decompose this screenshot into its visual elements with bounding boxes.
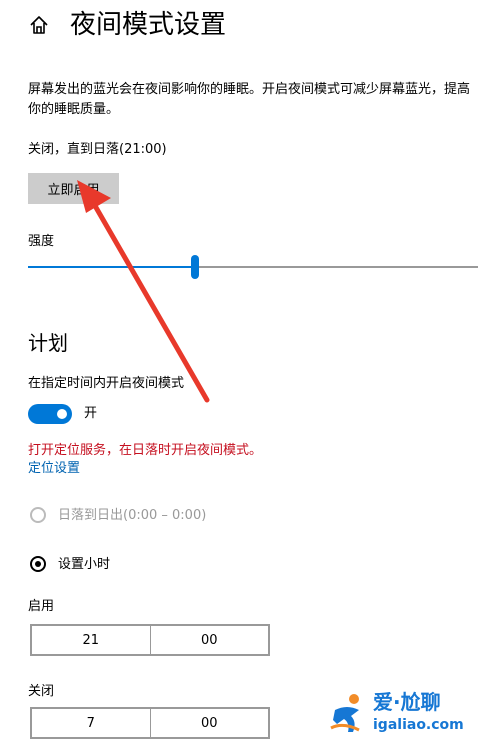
turn-off-hour[interactable]: 7 [32,709,150,737]
radio-selected-dot [35,561,41,567]
schedule-heading: 计划 [28,331,68,355]
runner-logo-icon [330,694,360,732]
location-warning: 打开定位服务，在日落时开启夜间模式。 [28,443,263,458]
night-light-description: 屏幕发出的蓝光会在夜间影响你的睡眠。开启夜间模式可减少屏幕蓝光，提高你的睡眠质量… [28,82,471,117]
turn-off-time-picker[interactable]: 7 00 [30,707,270,739]
turn-on-minute[interactable]: 00 [149,626,269,654]
page-title: 夜间模式设置 [70,10,227,40]
night-light-status: 关闭，直到日落(21:00) [28,142,167,157]
radio-set-hours-label: 设置小时 [58,557,111,572]
strength-label: 强度 [28,234,55,249]
schedule-toggle-label: 在指定时间内开启夜间模式 [28,376,185,391]
toggle-state-text: 开 [84,406,98,421]
strength-slider-track[interactable] [28,266,478,268]
radio-sunset-to-sunrise[interactable] [30,507,46,523]
location-settings-link[interactable]: 定位设置 [28,460,80,478]
turn-on-hour[interactable]: 21 [32,626,150,654]
watermark-logo: 爱·尬聊 igaliao.com [329,688,479,738]
turn-on-label: 启用 [28,599,55,614]
watermark-title: 爱·尬聊 [373,690,441,714]
turn-off-label: 关闭 [28,684,55,699]
turn-off-minute[interactable]: 00 [149,709,269,737]
enable-now-button[interactable]: 立即启用 [28,173,119,204]
strength-slider-thumb[interactable] [190,255,199,279]
toggle-knob [57,409,67,419]
radio-set-hours[interactable] [30,556,46,572]
home-icon[interactable] [28,14,50,36]
watermark-url: igaliao.com [373,717,464,733]
schedule-toggle[interactable] [28,404,72,424]
turn-on-time-picker[interactable]: 21 00 [30,624,270,656]
strength-slider-fill [28,266,195,268]
radio-sunset-to-sunrise-label: 日落到日出(0:00 – 0:00) [58,508,207,523]
